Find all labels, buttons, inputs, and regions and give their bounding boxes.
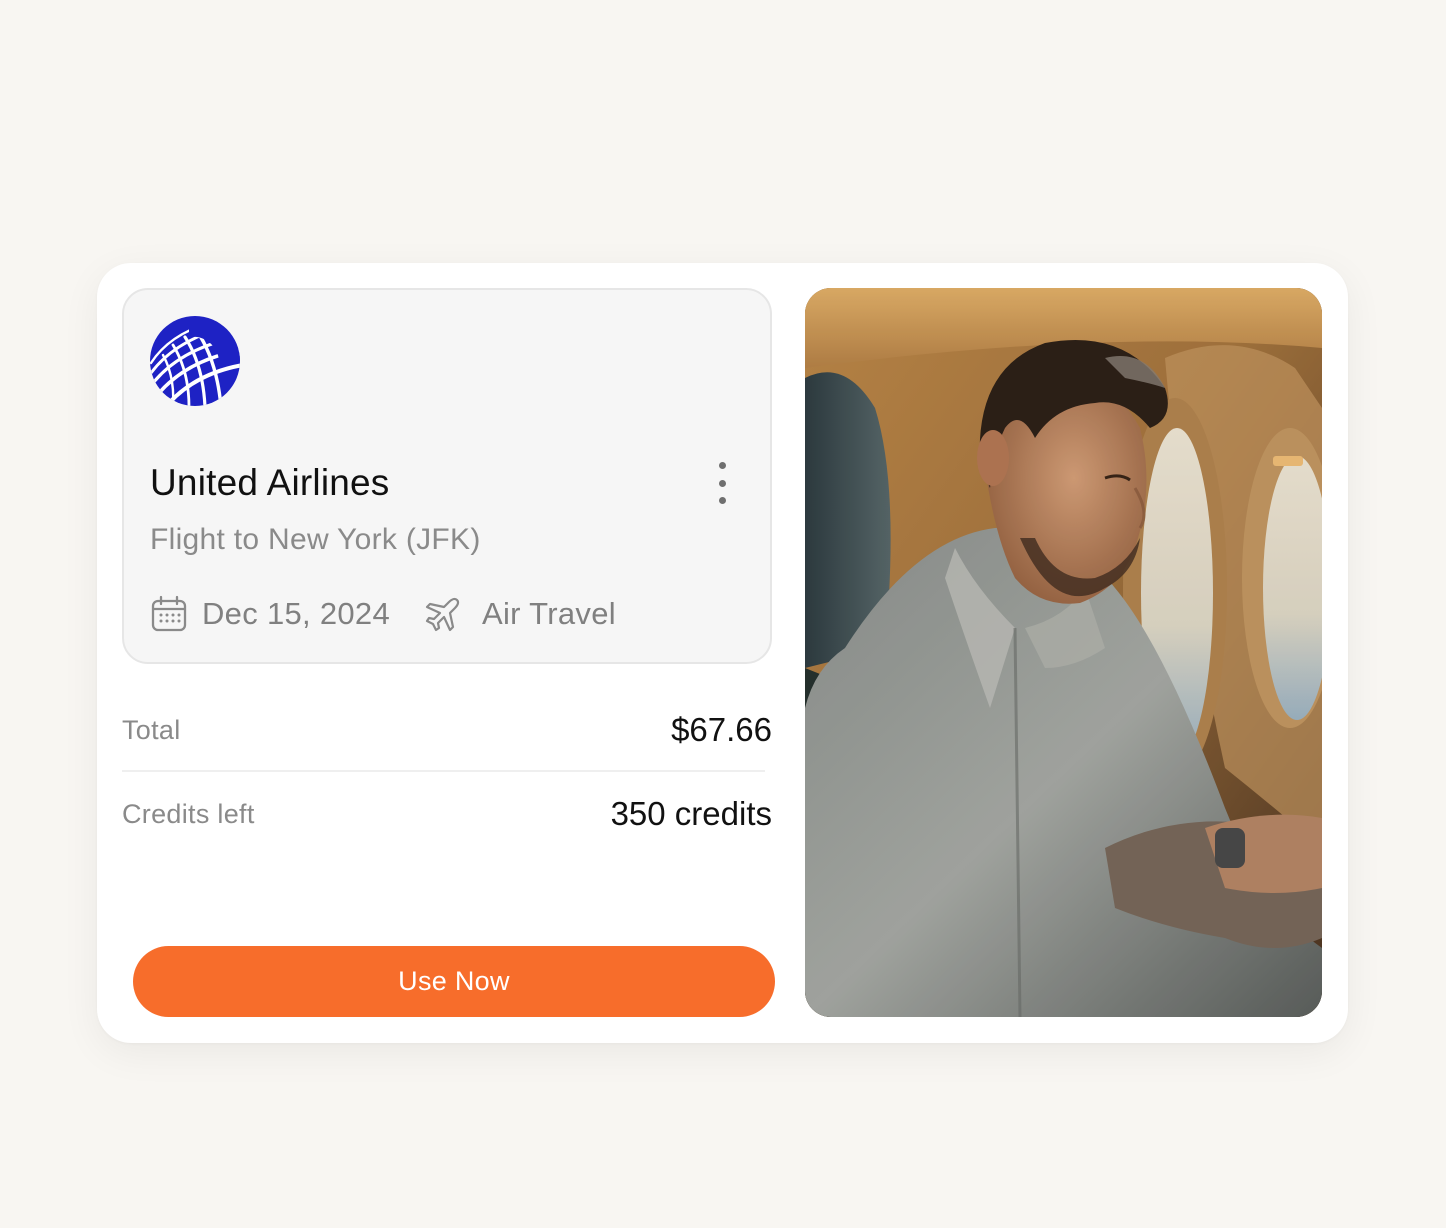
flight-route: Flight to New York (JFK) xyxy=(150,523,481,556)
airplane-icon xyxy=(425,597,460,632)
credits-value: 350 credits xyxy=(610,795,772,832)
united-globe-logo-icon xyxy=(150,316,240,406)
traveler-photo xyxy=(805,288,1322,1017)
credits-row: Credits left 350 credits xyxy=(122,793,772,835)
total-value: $67.66 xyxy=(671,711,772,748)
travel-category: Air Travel xyxy=(482,596,616,631)
credits-label: Credits left xyxy=(122,798,255,829)
more-vertical-icon[interactable] xyxy=(710,462,734,504)
total-label: Total xyxy=(122,714,181,745)
summary-divider xyxy=(122,770,765,772)
calendar-icon xyxy=(151,595,187,632)
flight-ticket-panel: United Airlines Flight to New York (JFK)… xyxy=(122,288,772,664)
offer-card: United Airlines Flight to New York (JFK)… xyxy=(97,263,1348,1043)
airline-name: United Airlines xyxy=(150,462,390,503)
use-now-button[interactable]: Use Now xyxy=(133,946,775,1017)
flight-meta: Dec 15, 2024 Air Travel xyxy=(150,594,616,634)
flight-date: Dec 15, 2024 xyxy=(202,596,391,631)
total-row: Total $67.66 xyxy=(122,709,772,751)
